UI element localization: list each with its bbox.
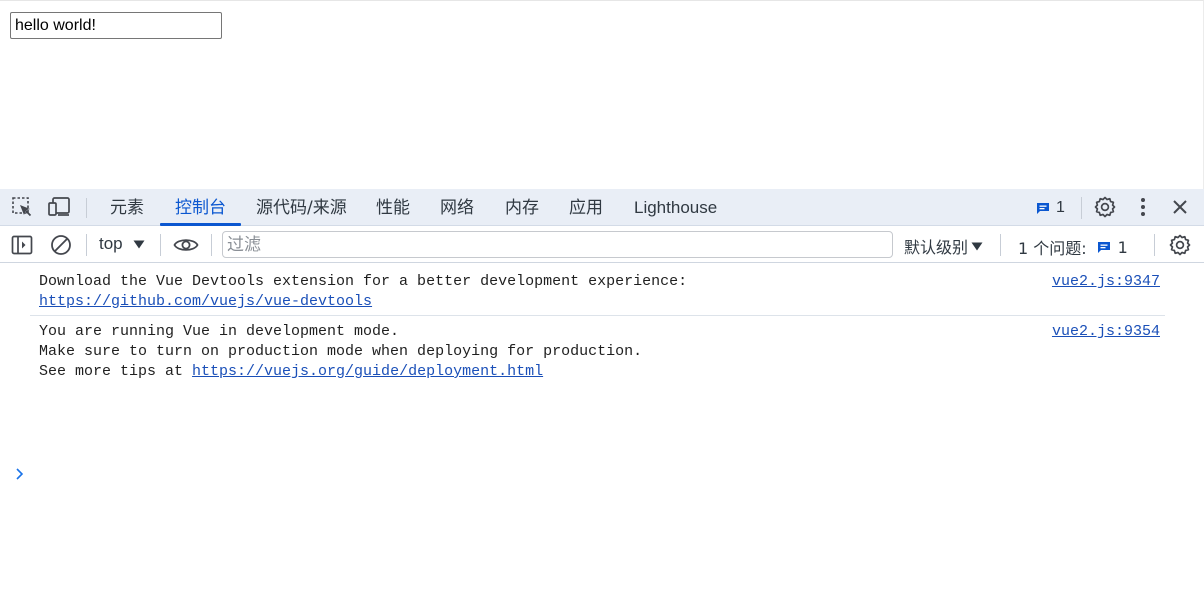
tab-sources[interactable]: 源代码/来源 — [256, 189, 347, 226]
message-icon — [1037, 202, 1049, 214]
tab-network[interactable]: 网络 — [440, 189, 474, 226]
message-link[interactable]: https://github.com/vuejs/vue-devtools — [39, 293, 372, 310]
issues-counter[interactable]: 1 个问题: 1 — [1018, 235, 1128, 259]
tab-performance[interactable]: 性能 — [376, 189, 410, 226]
toolbar-divider — [86, 198, 87, 218]
message-text: Make sure to turn on production mode whe… — [39, 343, 643, 360]
hello-input[interactable] — [10, 12, 222, 39]
inspected-page — [0, 0, 1204, 189]
console-prompt-chevron-icon[interactable] — [14, 467, 26, 481]
toolbar-divider — [86, 234, 87, 256]
toolbar-divider — [1081, 197, 1082, 219]
more-options-icon[interactable] — [1131, 195, 1155, 219]
device-toolbar-icon[interactable] — [48, 195, 72, 219]
settings-gear-icon[interactable] — [1093, 195, 1117, 219]
tab-elements[interactable]: 元素 — [110, 189, 144, 226]
message-text: You are running Vue in development mode. — [39, 323, 400, 340]
toolbar-divider — [1000, 234, 1001, 256]
inspect-element-icon[interactable] — [10, 195, 34, 219]
console-settings-gear-icon[interactable] — [1168, 233, 1192, 257]
dropdown-arrow-icon — [971, 242, 983, 250]
message-link[interactable]: https://vuejs.org/guide/deployment.html — [192, 363, 543, 380]
toolbar-divider — [211, 234, 212, 256]
tab-lighthouse[interactable]: Lighthouse — [634, 189, 717, 226]
dropdown-arrow-icon — [133, 240, 145, 248]
issues-badge[interactable]: 1 — [1036, 198, 1065, 218]
tab-application[interactable]: 应用 — [569, 189, 603, 226]
message-text: See more tips at — [39, 363, 193, 380]
console-message: You are running Vue in development mode.… — [39, 322, 1165, 382]
toolbar-divider — [1154, 234, 1155, 256]
message-source: vue2.js:9354 — [1052, 322, 1160, 342]
message-source: vue2.js:9347 — [1052, 272, 1160, 292]
log-levels-label: 默认级别 — [904, 238, 969, 257]
issues-counter-label: 1 个问题: — [1018, 239, 1087, 258]
toolbar-divider — [160, 234, 161, 256]
message-icon — [1097, 241, 1110, 253]
issues-counter-count: 1 — [1117, 237, 1128, 257]
source-link[interactable]: vue2.js:9347 — [1052, 273, 1160, 290]
log-levels-dropdown[interactable]: 默认级别 — [904, 234, 983, 258]
devtools-tabbar: 元素 控制台 源代码/来源 性能 网络 内存 应用 Lighthouse 1 — [0, 189, 1204, 226]
devtools-panel: 元素 控制台 源代码/来源 性能 网络 内存 应用 Lighthouse 1 t… — [0, 189, 1204, 601]
source-link[interactable]: vue2.js:9354 — [1052, 323, 1160, 340]
tab-memory[interactable]: 内存 — [505, 189, 539, 226]
message-divider — [30, 315, 1165, 316]
tab-console[interactable]: 控制台 — [175, 189, 226, 226]
context-selector[interactable]: top — [99, 234, 145, 254]
close-icon[interactable] — [1168, 195, 1192, 219]
live-expression-eye-icon[interactable] — [172, 233, 200, 257]
issues-badge-count: 1 — [1056, 199, 1065, 216]
clear-console-icon[interactable] — [49, 233, 73, 257]
context-label: top — [99, 234, 123, 253]
message-text: Download the Vue Devtools extension for … — [39, 273, 688, 290]
console-filter-input[interactable] — [222, 231, 893, 258]
console-message: Download the Vue Devtools extension for … — [39, 272, 1165, 312]
sidebar-toggle-icon[interactable] — [10, 233, 34, 257]
console-toolbar: top 默认级别 1 个问题: 1 — [0, 226, 1204, 263]
